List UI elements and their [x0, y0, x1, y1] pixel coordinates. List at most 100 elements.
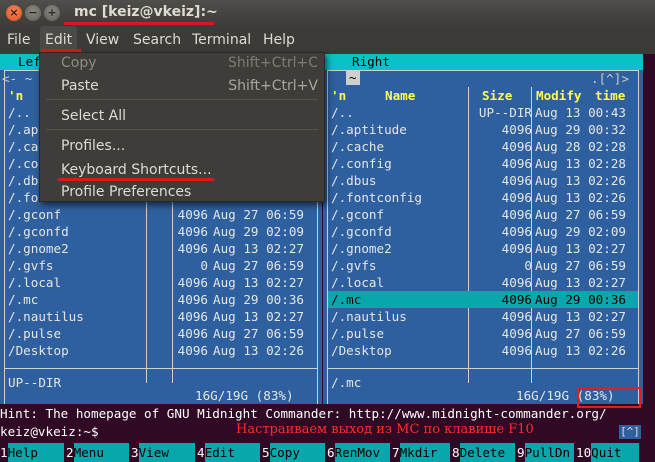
file-size: 4096: [501, 309, 532, 324]
fkey-number: 9: [517, 445, 525, 460]
file-name: /..: [331, 105, 354, 120]
right-file-row[interactable]: /.aptitude 4096 Aug 29 00:32: [328, 121, 638, 138]
menu-item-copy[interactable]: Copy: [61, 55, 97, 71]
menu-search[interactable]: Search: [128, 26, 186, 54]
hint-line: Hint: The homepage of GNU Midnight Comma…: [0, 404, 655, 423]
right-panel[interactable]: Right ~ .[^]> 'n Name Size Modify time /…: [323, 54, 643, 405]
menu-item-select-all[interactable]: Select All: [61, 108, 126, 124]
right-col-n[interactable]: 'n: [331, 87, 346, 104]
file-size: 4096: [501, 156, 532, 171]
menu-item-keyboard-shortcuts[interactable]: Keyboard Shortcuts...: [61, 162, 212, 178]
file-name: /.dbus: [331, 173, 377, 188]
shortcuts-highlight-underline: [58, 178, 214, 181]
fkey-view[interactable]: 3View: [131, 443, 197, 462]
fkey-copy[interactable]: 5Copy: [262, 443, 327, 462]
left-file-row[interactable]: /.gconf 4096 Aug 27 06:59: [0, 206, 322, 223]
file-date: Aug 29 02:09: [213, 224, 304, 239]
file-date: Aug 13 02:28: [535, 156, 626, 171]
menu-bar: File Edit View Search Terminal Help: [0, 26, 655, 54]
right-file-row[interactable]: /.nautilus 4096 Aug 13 02:27: [328, 308, 638, 325]
minimize-window-button[interactable]: −: [25, 5, 41, 21]
right-file-row[interactable]: /.gconf 4096 Aug 27 06:59: [328, 206, 638, 223]
menu-view[interactable]: View: [81, 26, 124, 54]
fkey-number: 10: [576, 445, 592, 460]
left-file-row[interactable]: /.gnome2 4096 Aug 13 02:27: [0, 240, 322, 257]
menu-item-copy-accel: Shift+Ctrl+C: [228, 55, 318, 71]
fkey-number: 3: [131, 445, 139, 460]
file-name: /.aptitude: [331, 122, 407, 137]
maximize-window-button[interactable]: +: [44, 5, 60, 21]
right-col-time[interactable]: time: [595, 87, 625, 104]
fkey-label: Copy: [269, 443, 325, 462]
file-size: 4096: [177, 309, 208, 324]
menu-file[interactable]: File: [2, 26, 35, 54]
file-name: /.nautilus: [331, 309, 407, 324]
file-name: /.nautilus: [8, 309, 84, 324]
file-date: Aug 27 06:59: [535, 207, 626, 222]
right-file-row[interactable]: /.cache 4096 Aug 28 02:28: [328, 138, 638, 155]
right-file-row[interactable]: /.pulse 4096 Aug 27 06:59: [328, 325, 638, 342]
close-window-button[interactable]: ×: [6, 5, 22, 21]
left-file-row[interactable]: /Desktop 4096 Aug 13 02:26: [0, 342, 322, 359]
fkey-number: 6: [327, 445, 335, 460]
annotation-note: Настраиваем выход из MC по клавише F10: [236, 422, 534, 437]
file-size: 0: [200, 258, 208, 273]
right-file-row[interactable]: /.gconfd 4096 Aug 29 02:09: [328, 223, 638, 240]
menu-item-paste[interactable]: Paste: [61, 78, 99, 94]
fkey-renmov[interactable]: 6RenMov: [327, 443, 392, 462]
right-col-name[interactable]: Name: [385, 87, 415, 104]
left-file-row[interactable]: /.pulse 4096 Aug 27 06:59: [0, 325, 322, 342]
file-size: 4096: [177, 275, 208, 290]
menu-item-profiles[interactable]: Profiles...: [61, 138, 125, 154]
file-date: Aug 13 02:27: [535, 309, 626, 324]
file-size: 4096: [177, 207, 208, 222]
fkey-menu[interactable]: 2Menu: [66, 443, 131, 462]
menu-terminal[interactable]: Terminal: [187, 26, 256, 54]
right-file-row[interactable]: /Desktop 4096 Aug 13 02:26: [328, 342, 638, 359]
right-file-row[interactable]: /.config 4096 Aug 13 02:28: [328, 155, 638, 172]
fkey-pulldn[interactable]: 9PullDn: [517, 443, 576, 462]
right-col-modify[interactable]: Modify: [536, 87, 582, 104]
fkey-label: PullDn: [524, 443, 574, 462]
file-date: Aug 29 00:36: [535, 292, 626, 307]
file-size: 4096: [501, 173, 532, 188]
file-name: /.cache: [331, 139, 385, 154]
left-file-row[interactable]: /.gvfs 0 Aug 27 06:59: [0, 257, 322, 274]
menu-item-paste-accel: Shift+Ctrl+V: [228, 78, 318, 94]
file-size: 4096: [501, 343, 532, 358]
file-name: /.pulse: [8, 326, 62, 341]
fkey-mkdir[interactable]: 7Mkdir: [392, 443, 452, 462]
file-size: 4096: [177, 343, 208, 358]
fkey-label: View: [138, 443, 195, 462]
menu-item-profile-preferences[interactable]: Profile Preferences: [61, 184, 191, 200]
left-status: UP--DIR: [8, 375, 62, 390]
file-date: Aug 13 02:27: [535, 275, 626, 290]
left-file-row[interactable]: /.nautilus 4096 Aug 13 02:27: [0, 308, 322, 325]
fkey-delete[interactable]: 8Delete: [452, 443, 517, 462]
file-date: Aug 13 02:27: [535, 241, 626, 256]
function-key-bar: 1Help 2Menu 3View 4Edit 5Copy 6RenMov 7Mkdir 8D…: [0, 443, 655, 462]
fkey-number: 1: [0, 445, 8, 460]
left-col-n[interactable]: 'n: [8, 87, 23, 104]
fkey-help[interactable]: 1Help: [0, 443, 66, 462]
file-size: 4096: [501, 190, 532, 205]
scroll-indicator[interactable]: [^]: [619, 425, 641, 439]
file-name: /.config: [331, 156, 392, 171]
right-file-row-selected[interactable]: /.mc 4096 Aug 29 00:36: [328, 291, 638, 308]
left-file-row[interactable]: /.gconfd 4096 Aug 29 02:09: [0, 223, 322, 240]
fkey-label: Delete: [459, 443, 515, 462]
right-file-row[interactable]: /.gnome2 4096 Aug 13 02:27: [328, 240, 638, 257]
right-file-row[interactable]: /.. UP--DIR Aug 13 00:43: [328, 104, 638, 121]
right-file-row[interactable]: /.dbus 4096 Aug 13 02:26: [328, 172, 638, 189]
left-file-row[interactable]: /.mc 4096 Aug 29 00:36: [0, 291, 322, 308]
fkey-edit[interactable]: 4Edit: [197, 443, 262, 462]
fkey-quit[interactable]: 10Quit: [576, 443, 642, 462]
quit-highlight-box: [577, 387, 641, 408]
right-col-size[interactable]: Size: [482, 87, 512, 104]
right-file-row[interactable]: /.fontconfig 4096 Aug 13 02:26: [328, 189, 638, 206]
left-file-row[interactable]: /.local 4096 Aug 13 02:27: [0, 274, 322, 291]
menu-help[interactable]: Help: [258, 26, 300, 54]
file-size: 4096: [501, 292, 532, 307]
right-file-row[interactable]: /.local 4096 Aug 13 02:27: [328, 274, 638, 291]
right-file-row[interactable]: /.gvfs 0 Aug 27 06:59: [328, 257, 638, 274]
